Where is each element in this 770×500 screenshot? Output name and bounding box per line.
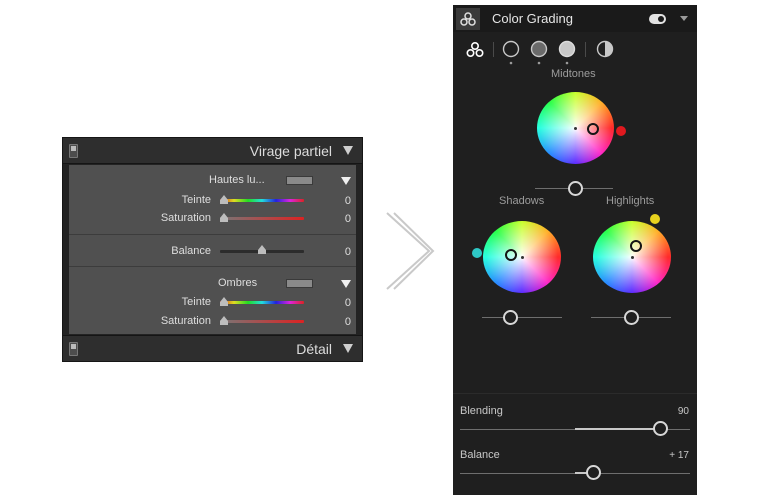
highlights-label: Highlights xyxy=(606,195,655,207)
balance-label: Balance xyxy=(460,449,500,461)
highlights-wheel-handle[interactable] xyxy=(630,240,642,252)
global-view-icon[interactable] xyxy=(595,40,615,60)
color-grading-header[interactable]: Color Grading xyxy=(453,5,697,32)
shadows-hue-slider[interactable] xyxy=(220,301,304,304)
midtones-color-wheel[interactable] xyxy=(537,92,614,164)
shadows-saturation-thumb[interactable] xyxy=(220,316,228,325)
blending-thumb[interactable] xyxy=(653,421,668,436)
highlights-saturation-slider[interactable] xyxy=(220,217,304,220)
shadows-wheel-handle[interactable] xyxy=(505,249,517,261)
balance-thumb[interactable] xyxy=(258,245,266,254)
midtones-wheel-handle[interactable] xyxy=(587,123,599,135)
shadows-label: Ombres xyxy=(218,277,258,289)
highlights-hue-slider[interactable] xyxy=(220,199,304,202)
mode-divider xyxy=(493,42,494,57)
shadows-hue-label: Teinte xyxy=(181,296,211,308)
panel-visibility-toggle[interactable] xyxy=(649,14,666,24)
highlights-hue-thumb[interactable] xyxy=(220,195,228,204)
mode-divider-2 xyxy=(585,42,586,57)
highlights-luminance-thumb[interactable] xyxy=(624,310,639,325)
split-toning-body: Hautes lu... Teinte 0 Saturation 0 Balan… xyxy=(69,165,356,334)
detail-toggle-switch[interactable] xyxy=(69,342,78,356)
highlights-color-indicator xyxy=(650,214,660,224)
highlights-color-wheel[interactable] xyxy=(593,221,671,293)
section-divider xyxy=(453,393,697,394)
shadows-luminance-thumb[interactable] xyxy=(503,310,518,325)
highlights-saturation-value[interactable]: 0 xyxy=(331,213,351,225)
highlights-hue-value[interactable]: 0 xyxy=(331,195,351,207)
panel-toggle-switch[interactable] xyxy=(69,144,78,158)
balance-label: Balance xyxy=(171,245,211,257)
detail-title: Détail xyxy=(296,341,332,357)
shadows-color-swatch[interactable] xyxy=(286,279,313,288)
blending-fill xyxy=(575,428,661,430)
color-grading-icon xyxy=(456,8,480,30)
shadows-luminance-track[interactable] xyxy=(482,317,562,318)
shadows-picker-triangle-icon[interactable] xyxy=(341,280,351,288)
midtones-label: Midtones xyxy=(551,68,596,80)
split-toning-panel: Virage partiel Hautes lu... Teinte 0 Sat… xyxy=(62,137,363,362)
shadows-label: Shadows xyxy=(499,195,545,207)
midtones-view-icon[interactable] xyxy=(529,40,549,66)
balance-section: Balance 0 xyxy=(69,236,356,267)
highlights-wheel-center xyxy=(631,256,634,259)
shadows-section: Ombres Teinte 0 Saturation 0 xyxy=(69,268,356,336)
split-toning-header[interactable]: Virage partiel xyxy=(63,138,362,164)
shadows-saturation-label: Saturation xyxy=(160,315,211,327)
shadows-color-indicator xyxy=(472,248,482,258)
shadows-view-icon[interactable] xyxy=(501,40,521,66)
collapse-triangle-icon[interactable] xyxy=(343,146,353,155)
three-way-view-icon[interactable] xyxy=(463,39,487,61)
shadows-hue-value[interactable]: 0 xyxy=(331,297,351,309)
highlights-label: Hautes lu... xyxy=(209,174,265,186)
highlights-saturation-thumb[interactable] xyxy=(220,213,228,222)
highlights-view-icon[interactable] xyxy=(557,40,577,66)
shadows-saturation-slider[interactable] xyxy=(220,320,304,323)
shadows-wheel-center xyxy=(521,256,524,259)
detail-panel-header[interactable]: Détail xyxy=(63,335,362,361)
highlights-picker-triangle-icon[interactable] xyxy=(341,177,351,185)
color-grading-panel: Color Grading Midtones Shadows Highlight… xyxy=(453,5,697,495)
shadows-saturation-value[interactable]: 0 xyxy=(331,316,351,328)
highlights-saturation-label: Saturation xyxy=(160,212,211,224)
blending-label: Blending xyxy=(460,405,503,417)
highlights-hue-label: Teinte xyxy=(181,194,211,206)
shadows-hue-thumb[interactable] xyxy=(220,297,228,306)
balance-value[interactable]: 0 xyxy=(331,246,351,258)
shadows-color-wheel[interactable] xyxy=(483,221,561,293)
balance-value[interactable]: + 17 xyxy=(649,450,689,461)
midtones-color-indicator xyxy=(616,126,626,136)
detail-collapse-triangle-icon[interactable] xyxy=(343,344,353,353)
split-toning-title: Virage partiel xyxy=(249,143,332,159)
panel-menu-triangle-icon[interactable] xyxy=(680,16,688,21)
midtones-wheel-center xyxy=(574,127,577,130)
highlights-color-swatch[interactable] xyxy=(286,176,313,185)
balance-thumb[interactable] xyxy=(586,465,601,480)
highlights-section: Hautes lu... Teinte 0 Saturation 0 xyxy=(69,165,356,235)
midtones-luminance-thumb[interactable] xyxy=(568,181,583,196)
color-grading-title: Color Grading xyxy=(492,11,573,26)
blending-value[interactable]: 90 xyxy=(649,406,689,417)
chevron-right-icon xyxy=(386,212,435,290)
